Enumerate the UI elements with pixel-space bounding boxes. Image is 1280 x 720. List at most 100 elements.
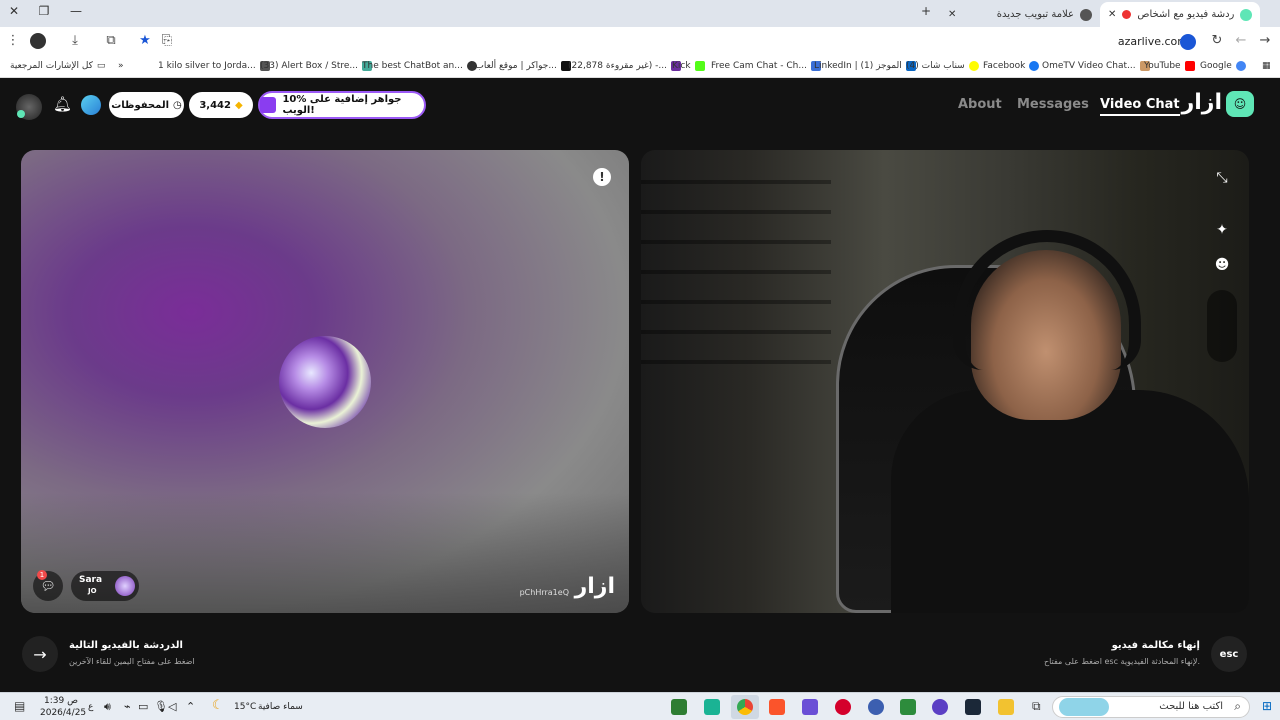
windows-start-icon[interactable]: ⊞ bbox=[1262, 699, 1272, 713]
face-filter-icon[interactable]: ☻ bbox=[1209, 252, 1235, 278]
chrome-tab-icon bbox=[1080, 8, 1092, 21]
bookmark-item[interactable]: YouTube bbox=[1144, 61, 1195, 71]
blind-slat bbox=[641, 330, 831, 334]
clock-time[interactable]: 1:39 ص bbox=[44, 696, 78, 706]
partner-info[interactable]: Sara JO bbox=[71, 571, 139, 601]
clock-icon: ◷ bbox=[173, 99, 182, 111]
bell-icon[interactable]: 🔔︎ bbox=[53, 95, 72, 113]
apps-grid-icon[interactable]: ▦ bbox=[1262, 61, 1271, 71]
app-icon[interactable] bbox=[868, 699, 884, 715]
chevron-up-icon[interactable]: ⌃ bbox=[186, 700, 195, 713]
bookmarks-folder[interactable]: كل الإشارات المرجعية ▭ bbox=[10, 61, 105, 71]
store-icon[interactable] bbox=[900, 699, 916, 715]
tab-azar[interactable]: ✕ أزار:دردشة فيديو مع أشخاص bbox=[1100, 2, 1260, 27]
profile-avatar-icon[interactable] bbox=[30, 33, 46, 49]
chat-bubble-icon[interactable] bbox=[81, 95, 101, 115]
youtube-icon bbox=[1184, 61, 1195, 71]
volume-icon[interactable]: ◁ bbox=[168, 700, 176, 713]
search-highlight-image bbox=[1059, 698, 1109, 716]
gems-button[interactable]: 3,442 ◆ bbox=[189, 92, 253, 118]
bookmark-item[interactable]: Free Cam Chat - Ch... bbox=[711, 61, 821, 71]
bookmark-item[interactable]: (33) Alert Box / Stre... bbox=[260, 61, 372, 71]
saved-button[interactable]: المحفوظات ◷ bbox=[109, 92, 184, 118]
bookmark-item[interactable]: The best ChatBot an... bbox=[362, 61, 477, 71]
bookmark-item[interactable]: OmeTV Video Chat... bbox=[1042, 61, 1150, 71]
language-indicator[interactable]: ع bbox=[88, 702, 93, 712]
bookmark-item[interactable]: جواكر | موقع ألعاب ا... bbox=[470, 61, 571, 71]
file-explorer-icon[interactable] bbox=[998, 699, 1014, 715]
bookmark-item[interactable]: LinkedIn | (1) الموجز bbox=[814, 61, 916, 71]
restore-window-icon[interactable]: ❐ bbox=[34, 4, 54, 18]
session-id: pChHrra1eQ bbox=[519, 588, 569, 597]
network-icon[interactable]: ⌁ bbox=[124, 700, 131, 713]
brave-icon[interactable] bbox=[769, 699, 785, 715]
back-icon[interactable]: → bbox=[1256, 33, 1274, 48]
extensions-icon[interactable]: ⧉ bbox=[102, 33, 120, 48]
weather-temp[interactable]: 15°C bbox=[234, 702, 256, 712]
chevron-icon[interactable]: » bbox=[118, 61, 124, 71]
person-body bbox=[891, 390, 1249, 613]
azar-watermark: ازار bbox=[574, 574, 615, 599]
blind-slat bbox=[641, 270, 831, 274]
app-icon[interactable] bbox=[704, 699, 720, 715]
chrome-icon[interactable] bbox=[737, 699, 753, 715]
unread-badge: 1 bbox=[37, 570, 47, 580]
battery-icon[interactable]: ▭ bbox=[138, 700, 148, 713]
report-icon[interactable]: ! bbox=[593, 168, 611, 186]
bookmark-item[interactable]: (4) سناب شات bbox=[906, 61, 979, 71]
opera-icon[interactable] bbox=[835, 699, 851, 715]
taskbar-search[interactable]: اكتب هنا للبحث ⌕ bbox=[1052, 696, 1250, 718]
promo-banner[interactable]: 10% جواهر إضافية على الويب! bbox=[258, 91, 426, 119]
forward-icon[interactable]: ← bbox=[1232, 33, 1250, 48]
search-placeholder: اكتب هنا للبحث bbox=[1159, 701, 1223, 712]
nav-about[interactable]: About bbox=[958, 97, 1002, 112]
bookmark-label: Google bbox=[1200, 61, 1232, 71]
magic-wand-icon[interactable]: ✦ bbox=[1209, 217, 1235, 243]
bookmarks-bar: كل الإشارات المرجعية ▭ » 1 kilo silver t… bbox=[0, 56, 1280, 78]
tab-new-tab[interactable]: ✕ علامة تبويب جديدة bbox=[940, 2, 1100, 27]
bookmark-star-icon[interactable]: ★ bbox=[136, 33, 154, 48]
bookmark-item[interactable]: 1 kilo silver to Jorda... bbox=[158, 61, 270, 71]
weather-desc[interactable]: سماء صافية bbox=[258, 702, 303, 712]
app-icon[interactable] bbox=[802, 699, 818, 715]
bookmark-item[interactable]: Google bbox=[1200, 61, 1246, 71]
bookmark-item[interactable]: Kick bbox=[672, 61, 705, 71]
nav-messages[interactable]: Messages bbox=[1017, 97, 1089, 112]
microphone-icon[interactable]: 🎙︎ bbox=[154, 700, 168, 713]
site-info-icon[interactable] bbox=[1180, 34, 1196, 50]
self-video bbox=[641, 150, 1249, 613]
cast-icon[interactable]: ⎘ bbox=[158, 33, 176, 48]
download-icon[interactable]: ⤓ bbox=[66, 33, 84, 48]
app-icon[interactable] bbox=[671, 699, 687, 715]
address-bar[interactable]: azarlive.com bbox=[1118, 35, 1188, 48]
bookmark-label: جواكر | موقع ألعاب ا... bbox=[470, 61, 557, 71]
next-chat-button[interactable]: → bbox=[22, 636, 58, 672]
next-chat-hint: اضغط على مفتاح اليمين للقاء الآخرين bbox=[69, 657, 195, 666]
minimize-window-icon[interactable]: — bbox=[66, 4, 86, 18]
minimize-video-icon[interactable]: ⤡ bbox=[1209, 165, 1235, 191]
close-tab-icon[interactable]: ✕ bbox=[948, 9, 956, 20]
app-icon[interactable] bbox=[932, 699, 948, 715]
notification-icon[interactable]: ▤ bbox=[14, 699, 25, 713]
bookmark-item[interactable]: Facebook bbox=[983, 61, 1040, 71]
menu-icon[interactable]: ⋮ bbox=[4, 33, 22, 48]
facebook-icon bbox=[1029, 61, 1040, 71]
close-window-icon[interactable]: ✕ bbox=[4, 4, 24, 18]
task-view-icon[interactable]: ⧉ bbox=[1032, 699, 1048, 715]
azar-logo-icon[interactable]: ☺ bbox=[1226, 91, 1254, 117]
bookmark-item[interactable]: (22,878 غير مقروءة) -... bbox=[568, 61, 681, 71]
tab-label: أزار:دردشة فيديو مع أشخاص bbox=[1137, 9, 1234, 20]
kick-icon bbox=[694, 61, 705, 71]
nav-video-chat[interactable]: Video Chat bbox=[1100, 97, 1180, 116]
speaker-icon[interactable]: 🔊︎ bbox=[104, 700, 111, 714]
new-tab-icon[interactable]: + bbox=[916, 4, 936, 18]
azar-logo-text[interactable]: ازار bbox=[1182, 90, 1222, 115]
clock-date[interactable]: 2026/4/25 bbox=[40, 708, 86, 718]
end-call-button[interactable]: esc bbox=[1211, 636, 1247, 672]
reload-icon[interactable]: ↻ bbox=[1208, 33, 1226, 48]
close-tab-icon[interactable]: ✕ bbox=[1108, 9, 1116, 20]
bookmark-label: (4) سناب شات bbox=[906, 61, 965, 71]
snapchat-icon bbox=[968, 61, 979, 71]
steam-icon[interactable] bbox=[965, 699, 981, 715]
google-icon bbox=[1235, 61, 1246, 71]
